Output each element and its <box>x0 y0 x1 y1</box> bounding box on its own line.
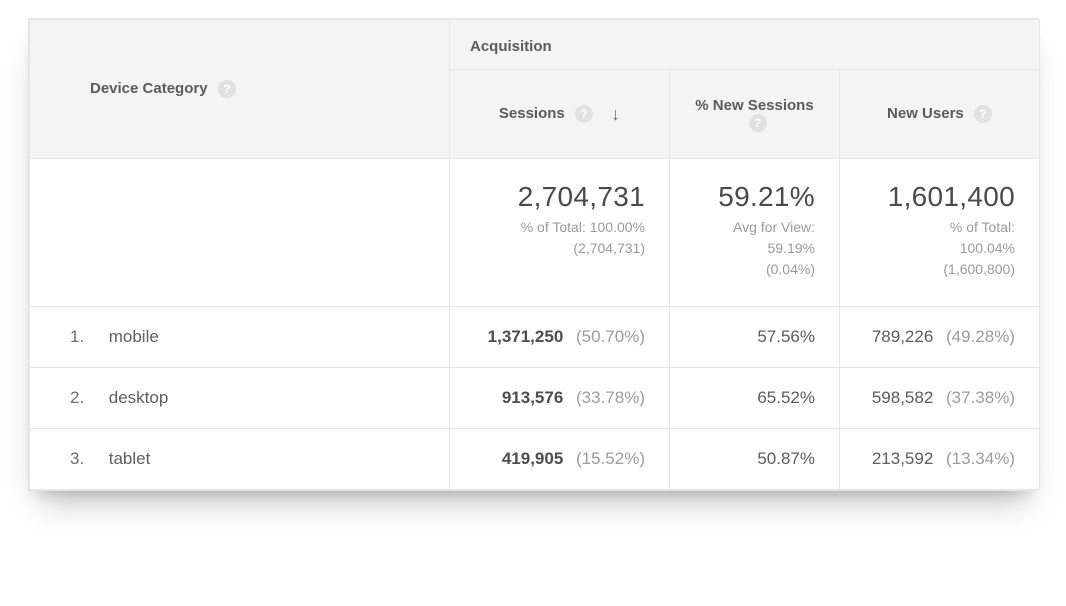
sessions-value: 419,905 <box>502 449 563 468</box>
cell-dimension: 2. desktop <box>30 367 450 428</box>
table-row[interactable]: 3. tablet 419,905 (15.52%) 50.87% 213,59… <box>30 428 1040 489</box>
analytics-table-card: Device Category Acquisition Sessions ↓ %… <box>28 18 1038 491</box>
header-sessions[interactable]: Sessions ↓ <box>450 70 670 159</box>
pct-new-value: 50.87% <box>757 449 815 468</box>
help-icon[interactable] <box>749 114 767 132</box>
help-icon[interactable] <box>575 105 593 123</box>
cell-dimension: 1. mobile <box>30 306 450 367</box>
cell-pct-new-sessions: 50.87% <box>670 428 840 489</box>
summary-nu-sub3: (1,600,800) <box>943 261 1015 277</box>
cell-new-users: 213,592 (13.34%) <box>840 428 1040 489</box>
help-icon[interactable] <box>218 80 236 98</box>
summary-pct-sub3: (0.04%) <box>766 261 815 277</box>
new-users-value: 598,582 <box>872 388 933 407</box>
table-row[interactable]: 2. desktop 913,576 (33.78%) 65.52% 598,5… <box>30 367 1040 428</box>
summary-new-users-value: 1,601,400 <box>864 181 1015 213</box>
sessions-value: 913,576 <box>502 388 563 407</box>
cell-new-users: 598,582 (37.38%) <box>840 367 1040 428</box>
group-label: Acquisition <box>470 38 552 55</box>
header-group-acquisition: Acquisition <box>450 20 1040 70</box>
cell-sessions: 419,905 (15.52%) <box>450 428 670 489</box>
row-index: 1. <box>70 327 104 347</box>
sessions-value: 1,371,250 <box>488 327 564 346</box>
row-index: 3. <box>70 449 104 469</box>
summary-sessions-sub1: % of Total: 100.00% <box>521 219 645 235</box>
summary-pct-sub2: 59.19% <box>768 240 815 256</box>
summary-new-users: 1,601,400 % of Total: 100.04% (1,600,800… <box>840 158 1040 306</box>
sessions-pct: (15.52%) <box>576 449 645 468</box>
sessions-pct: (33.78%) <box>576 388 645 407</box>
cell-dimension: 3. tablet <box>30 428 450 489</box>
device-category-value[interactable]: tablet <box>109 449 151 468</box>
new-users-value: 213,592 <box>872 449 933 468</box>
device-category-value[interactable]: desktop <box>109 388 169 407</box>
new-users-pct: (13.34%) <box>946 449 1015 468</box>
cell-sessions: 913,576 (33.78%) <box>450 367 670 428</box>
new-users-pct: (49.28%) <box>946 327 1015 346</box>
summary-row: 2,704,731 % of Total: 100.00% (2,704,731… <box>30 158 1040 306</box>
pct-new-value: 57.56% <box>757 327 815 346</box>
summary-sessions-sub2: (2,704,731) <box>573 240 645 256</box>
new-users-value: 789,226 <box>872 327 933 346</box>
summary-pct-new-sessions: 59.21% Avg for View: 59.19% (0.04%) <box>670 158 840 306</box>
cell-pct-new-sessions: 65.52% <box>670 367 840 428</box>
sessions-pct: (50.70%) <box>576 327 645 346</box>
new-users-label: New Users <box>887 105 964 122</box>
pct-new-value: 65.52% <box>757 388 815 407</box>
help-icon[interactable] <box>974 105 992 123</box>
summary-nu-sub2: 100.04% <box>960 240 1015 256</box>
summary-pct-sub1: Avg for View: <box>733 219 815 235</box>
cell-pct-new-sessions: 57.56% <box>670 306 840 367</box>
summary-sessions-value: 2,704,731 <box>474 181 645 213</box>
sort-desc-icon[interactable]: ↓ <box>611 105 620 123</box>
summary-nu-sub1: % of Total: <box>950 219 1015 235</box>
summary-sessions: 2,704,731 % of Total: 100.00% (2,704,731… <box>450 158 670 306</box>
row-index: 2. <box>70 388 104 408</box>
header-pct-new-sessions[interactable]: % New Sessions <box>670 70 840 159</box>
header-dimension[interactable]: Device Category <box>30 20 450 159</box>
cell-new-users: 789,226 (49.28%) <box>840 306 1040 367</box>
table-row[interactable]: 1. mobile 1,371,250 (50.70%) 57.56% 789,… <box>30 306 1040 367</box>
pct-new-sessions-label: % New Sessions <box>695 97 813 114</box>
header-new-users[interactable]: New Users <box>840 70 1040 159</box>
summary-pct-new-value: 59.21% <box>694 181 815 213</box>
new-users-pct: (37.38%) <box>946 388 1015 407</box>
summary-dimension-empty <box>30 158 450 306</box>
cell-sessions: 1,371,250 (50.70%) <box>450 306 670 367</box>
device-category-table: Device Category Acquisition Sessions ↓ %… <box>29 19 1040 490</box>
device-category-value[interactable]: mobile <box>109 327 159 346</box>
dimension-label: Device Category <box>90 80 208 97</box>
sessions-label: Sessions <box>499 105 565 122</box>
